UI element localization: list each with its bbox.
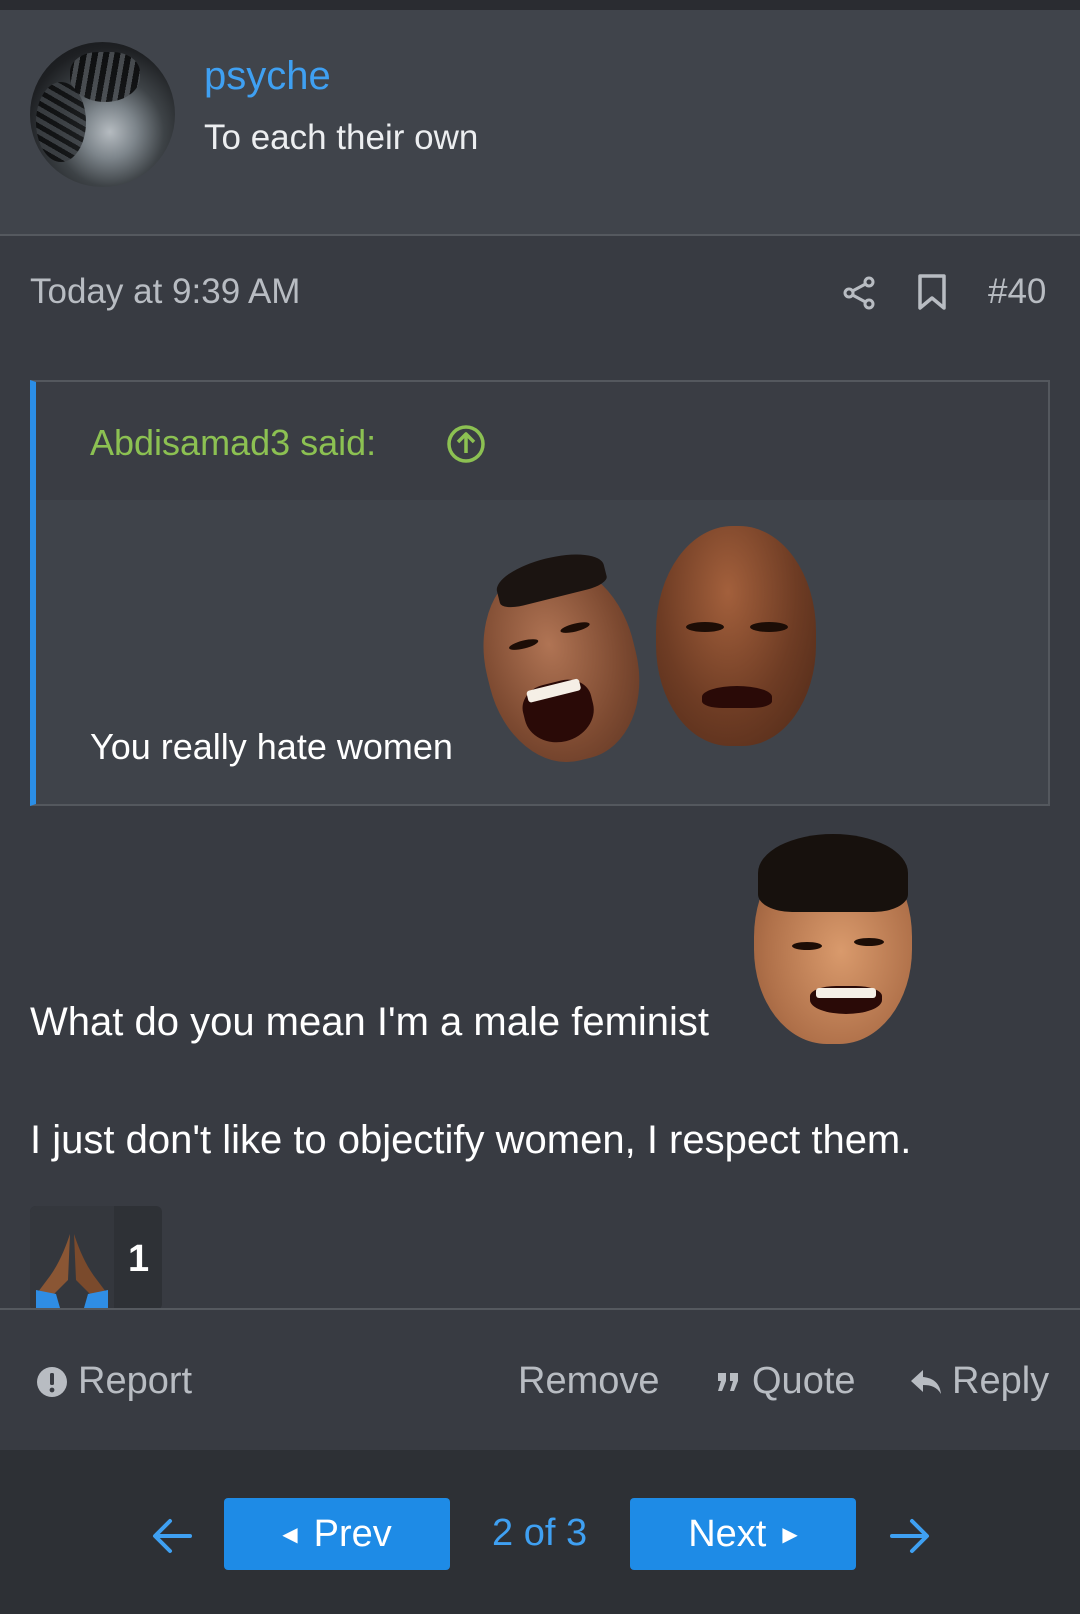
- reaction-count: 1: [128, 1238, 150, 1280]
- chevron-right-icon: ▶: [782, 1523, 798, 1546]
- next-label: Next: [688, 1512, 767, 1555]
- arrow-up-circle-icon[interactable]: [446, 424, 486, 464]
- quote-label: Quote: [752, 1360, 856, 1402]
- quote-attribution[interactable]: Abdisamad3 said:: [90, 422, 376, 464]
- quote-header: Abdisamad3 said:: [36, 382, 1048, 500]
- top-strip: [0, 0, 1080, 10]
- arrow-left-icon[interactable]: [150, 1516, 194, 1556]
- remove-button[interactable]: Remove: [518, 1360, 660, 1403]
- reply-icon: [911, 1369, 941, 1394]
- quote-icon: [718, 1372, 738, 1391]
- user-title: To each their own: [204, 118, 479, 157]
- post-body-line: What do you mean I'm a male feminist: [30, 1000, 710, 1044]
- reply-label: Reply: [952, 1360, 1050, 1402]
- username-link[interactable]: psyche: [204, 54, 331, 99]
- bookmark-icon[interactable]: [916, 274, 948, 310]
- avatar[interactable]: [30, 42, 175, 187]
- quote-block: Abdisamad3 said: You really hate women: [30, 380, 1050, 806]
- prev-label: Prev: [313, 1512, 392, 1555]
- chevron-left-icon: ◀: [282, 1523, 298, 1546]
- alert-icon: [37, 1366, 67, 1397]
- share-icon[interactable]: [842, 276, 876, 310]
- remove-label: Remove: [518, 1360, 660, 1402]
- post-user-header: psyche To each their own: [0, 10, 1080, 236]
- quote-text: You really hate women: [90, 726, 453, 767]
- report-button[interactable]: Report: [36, 1360, 192, 1403]
- laughing-face-emoji: [464, 545, 658, 778]
- reaction-summary[interactable]: 1: [30, 1206, 162, 1310]
- prev-page-button[interactable]: ◀ Prev: [224, 1498, 450, 1570]
- quote-button[interactable]: Quote: [716, 1360, 856, 1403]
- post-body-line: I just don't like to objectify women, I …: [30, 1118, 912, 1162]
- post-actions: Report Remove Quote Reply: [0, 1310, 1080, 1450]
- smirking-face-emoji: [754, 834, 912, 1044]
- post-number-link[interactable]: #40: [988, 272, 1046, 312]
- crying-face-emoji: [656, 526, 816, 746]
- report-label: Report: [78, 1360, 193, 1402]
- arrow-right-icon[interactable]: [888, 1516, 932, 1556]
- post-date[interactable]: Today at 9:39 AM: [30, 272, 300, 312]
- folded-hands-emoji-icon: [30, 1206, 114, 1310]
- reply-button[interactable]: Reply: [910, 1360, 1049, 1403]
- page-indicator[interactable]: 2 of 3: [492, 1512, 587, 1555]
- next-page-button[interactable]: Next ▶: [630, 1498, 856, 1570]
